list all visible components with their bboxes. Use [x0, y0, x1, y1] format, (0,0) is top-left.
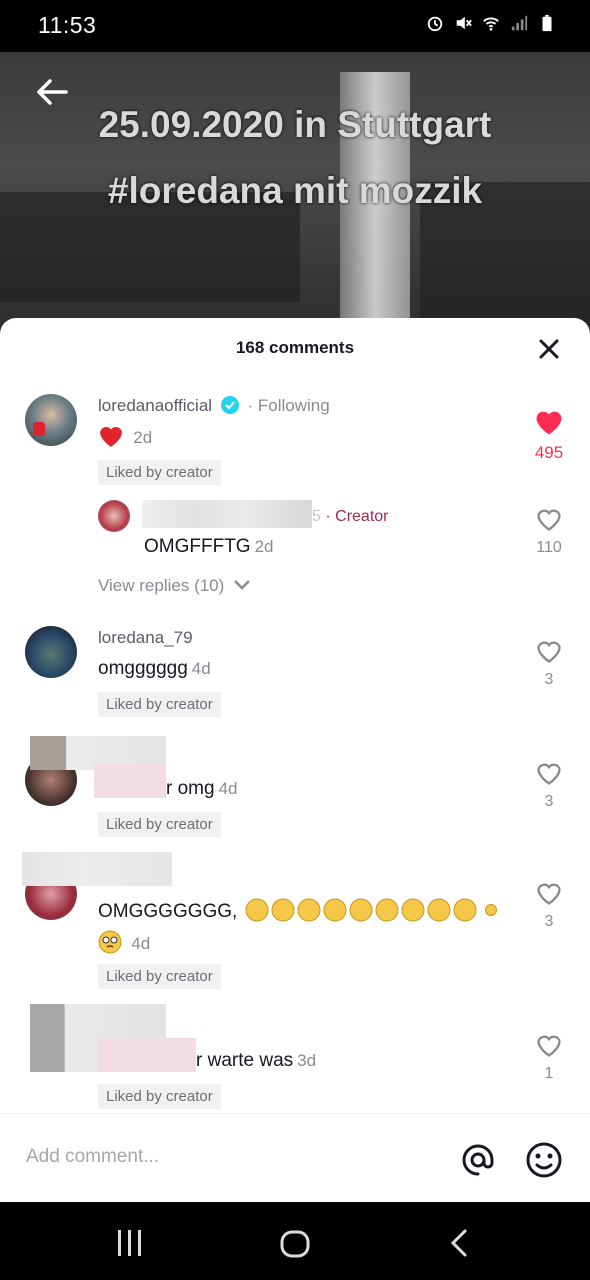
liked-by-creator-badge: Liked by creator	[98, 1084, 221, 1109]
liked-by-creator-badge: Liked by creator	[98, 460, 221, 485]
mute-icon	[456, 16, 472, 30]
like-button[interactable]: 3	[532, 880, 566, 931]
view-replies-button[interactable]: View replies (10)	[98, 576, 251, 596]
comment-input[interactable]: Add comment...	[26, 1146, 159, 1168]
liked-by-creator-badge: Liked by creator	[98, 964, 221, 989]
avatar[interactable]	[25, 626, 77, 678]
video-player[interactable]: 25.09.2020 in Stuttgart #loredana mit mo…	[0, 52, 590, 332]
comment-time: 3d	[297, 1051, 317, 1070]
pleading-face-emojis	[245, 898, 497, 928]
comment-username[interactable]: loredanaofficial	[98, 396, 212, 415]
video-caption-line2: #loredana mit mozzik	[107, 170, 483, 211]
close-icon[interactable]	[536, 336, 562, 362]
blurred-text	[98, 1038, 196, 1072]
like-count: 3	[544, 913, 554, 930]
comment-time: 4d	[191, 659, 211, 678]
following-label: · Following	[247, 396, 330, 415]
mention-at-icon[interactable]	[458, 1140, 498, 1180]
heart-outline-icon	[537, 763, 561, 785]
avatar[interactable]	[25, 394, 77, 446]
status-bar: 11:53	[0, 0, 590, 52]
battery-icon	[542, 14, 552, 32]
like-button[interactable]: 110	[532, 506, 566, 557]
comments-sheet: 168 comments loredanaofficial · Followin…	[0, 318, 590, 1202]
status-icons	[426, 14, 556, 32]
home-icon[interactable]	[280, 1230, 310, 1258]
liked-by-creator-badge: Liked by creator	[98, 692, 221, 717]
comment-time: 4d	[131, 934, 151, 953]
comment-time: 4d	[218, 779, 238, 798]
chevron-down-icon	[234, 580, 250, 590]
like-button[interactable]: 1	[532, 1032, 566, 1083]
emoji-icon[interactable]	[524, 1140, 564, 1180]
nav-back-icon[interactable]	[448, 1228, 470, 1258]
comment-text: r warte was	[196, 1050, 294, 1071]
like-count: 495	[534, 443, 564, 462]
blurred-username	[22, 852, 172, 886]
heart-outline-icon	[537, 641, 561, 663]
like-count: 3	[544, 671, 554, 688]
like-count: 1	[544, 1065, 554, 1082]
creator-tag: · Creator	[325, 508, 389, 525]
alarm-icon	[427, 16, 443, 32]
comment-text: OMGGGGGGG,	[98, 901, 238, 922]
blurred-username	[142, 500, 312, 528]
system-nav-bar	[0, 1202, 590, 1280]
heart-filled-icon	[536, 411, 562, 435]
comment-username[interactable]: loredana_79	[98, 628, 193, 648]
reply-text: OMGFFFTG	[144, 536, 251, 557]
heart-outline-icon	[537, 883, 561, 905]
signal-icon	[511, 15, 528, 31]
comment-time: 2d	[133, 428, 153, 447]
wifi-icon	[483, 17, 499, 31]
back-arrow-icon[interactable]	[32, 72, 72, 112]
recent-apps-icon[interactable]	[116, 1230, 144, 1256]
red-heart-emoji	[100, 426, 122, 447]
blurred-text	[94, 764, 166, 798]
view-replies-label: View replies (10)	[98, 576, 225, 595]
comment-input-bar: Add comment...	[0, 1113, 590, 1203]
liked-by-creator-badge: Liked by creator	[98, 812, 221, 837]
heart-outline-icon	[537, 509, 561, 531]
like-button[interactable]: 495	[530, 408, 568, 463]
status-time: 11:53	[38, 12, 97, 38]
verified-badge-icon	[220, 396, 239, 414]
pleading-face-emoji	[98, 930, 122, 954]
comment-time: 2d	[254, 537, 274, 556]
comments-count-title: 168 comments	[235, 338, 355, 357]
video-caption-line1: 25.09.2020 in Stuttgart	[98, 104, 492, 145]
comment-text: omgggggg	[98, 658, 188, 679]
heart-outline-icon	[537, 1035, 561, 1057]
like-count: 110	[536, 539, 562, 556]
like-button[interactable]: 3	[532, 638, 566, 689]
comment-text: r omg	[166, 778, 215, 799]
like-count: 3	[544, 793, 554, 810]
avatar[interactable]	[98, 500, 130, 532]
like-button[interactable]: 3	[532, 760, 566, 811]
